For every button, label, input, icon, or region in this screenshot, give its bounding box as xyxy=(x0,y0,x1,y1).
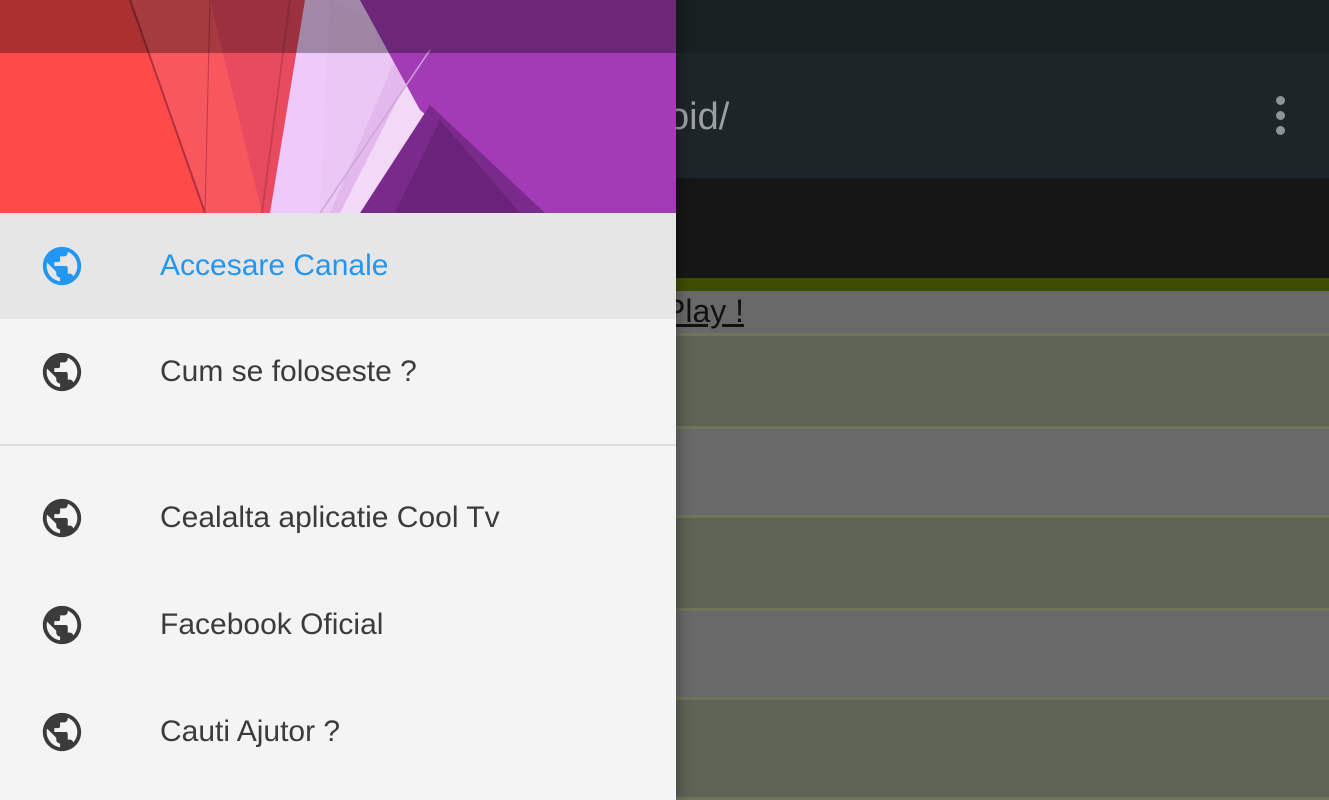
drawer-item-cum-se-foloseste[interactable]: Cum se foloseste ? xyxy=(0,319,676,425)
play-link[interactable]: Play ! xyxy=(664,293,744,330)
navigation-drawer: Accesare Canale Cum se foloseste ? Ceala… xyxy=(0,0,676,800)
drawer-item-label: Cum se foloseste ? xyxy=(160,355,417,388)
globe-icon xyxy=(42,246,82,286)
drawer-item-facebook-oficial[interactable]: Facebook Oficial xyxy=(0,572,676,678)
globe-icon xyxy=(42,498,82,538)
drawer-item-accesare-canale[interactable]: Accesare Canale xyxy=(0,213,676,319)
drawer-item-label: Accesare Canale xyxy=(160,249,389,282)
globe-icon xyxy=(42,352,82,392)
drawer-divider xyxy=(0,444,676,446)
drawer-item-label: Cealalta aplicatie Cool Tv xyxy=(160,501,500,534)
drawer-item-label: Facebook Oficial xyxy=(160,608,384,641)
drawer-item-cealalta-aplicatie[interactable]: Cealalta aplicatie Cool Tv xyxy=(0,465,676,571)
drawer-item-cauti-ajutor[interactable]: Cauti Ajutor ? xyxy=(0,679,676,785)
globe-icon xyxy=(42,712,82,752)
overflow-menu-icon[interactable] xyxy=(1262,96,1298,136)
toolbar-title: oid/ xyxy=(668,96,730,138)
drawer-header-image xyxy=(0,0,676,213)
globe-icon xyxy=(42,605,82,645)
drawer-item-label: Cauti Ajutor ? xyxy=(160,715,341,748)
